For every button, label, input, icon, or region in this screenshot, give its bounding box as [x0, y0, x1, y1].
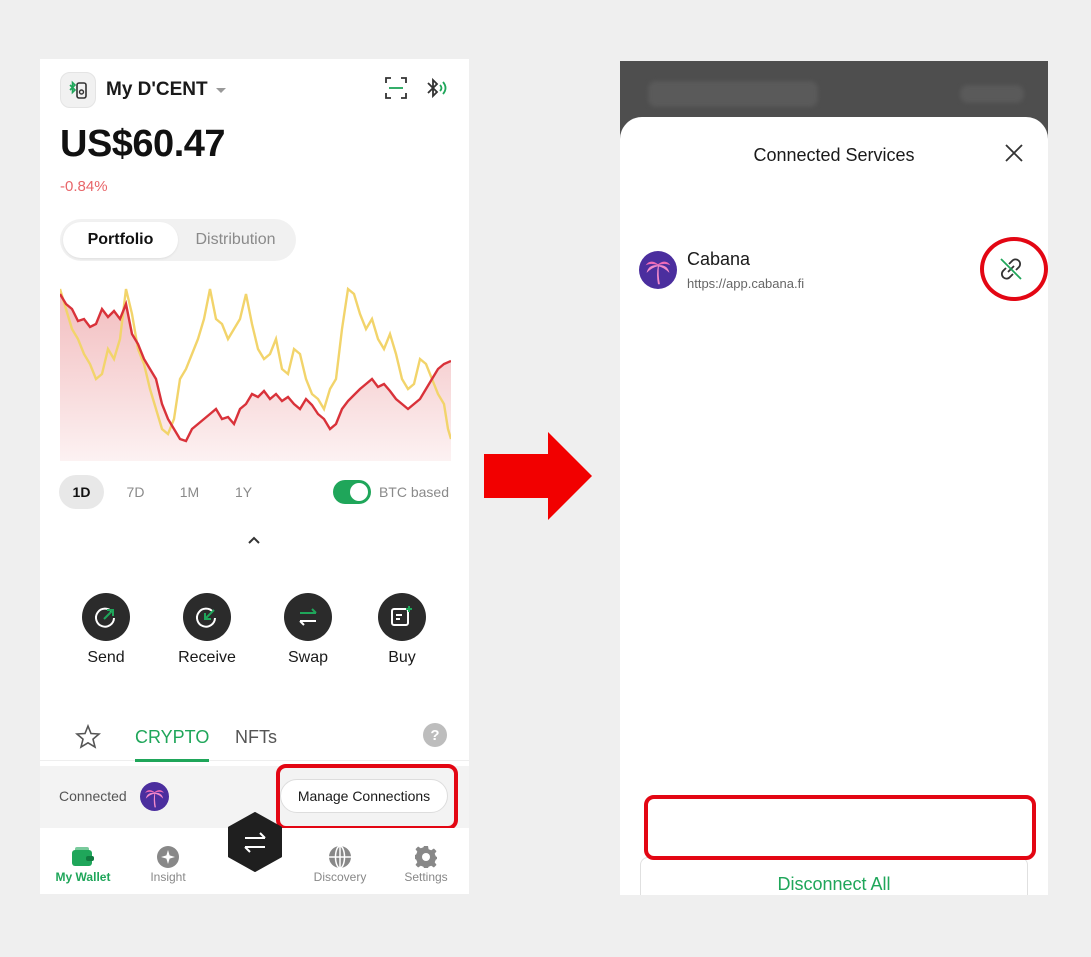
tab-crypto[interactable]: CRYPTO	[135, 727, 209, 748]
nav-discovery-label: Discovery	[313, 870, 367, 884]
connected-label: Connected	[59, 788, 127, 804]
nav-my-wallet-label: My Wallet	[55, 870, 111, 884]
portfolio-balance: US$60.47	[60, 123, 226, 165]
connected-services-screen: Connected Services Cabana https://app.ca…	[620, 61, 1048, 895]
send-icon	[95, 607, 115, 628]
globe-icon	[329, 845, 351, 869]
portfolio-chart	[60, 286, 451, 461]
nav-settings[interactable]: Settings	[391, 844, 461, 884]
quick-actions: Send Receive Swap Buy	[70, 593, 440, 673]
nav-insight-label: Insight	[150, 870, 186, 884]
service-url: https://app.cabana.fi	[687, 276, 805, 291]
insight-icon	[157, 846, 179, 868]
tab-crypto-indicator	[135, 759, 209, 762]
range-7d[interactable]: 7D	[113, 475, 158, 509]
disconnect-all-highlight	[644, 795, 1036, 860]
time-range-selector: 1D 7D 1M 1Y BTC based	[59, 475, 449, 509]
tab-nfts[interactable]: NFTs	[235, 727, 277, 748]
nav-my-wallet[interactable]: My Wallet	[48, 844, 118, 884]
range-1d[interactable]: 1D	[59, 475, 104, 509]
buy-label: Buy	[388, 649, 416, 666]
send-button[interactable]: Send	[71, 593, 141, 667]
gear-icon	[415, 846, 437, 868]
view-segmented-control: Portfolio Distribution	[60, 219, 296, 261]
asset-tabs: CRYPTO NFTs ?	[40, 719, 469, 762]
manage-connections-highlight	[276, 764, 458, 830]
receive-icon	[196, 607, 216, 628]
nav-settings-label: Settings	[404, 870, 448, 884]
swap-icon	[299, 608, 317, 626]
dcent-device-icon[interactable]	[60, 72, 96, 108]
btc-based-control: BTC based	[332, 480, 449, 504]
connected-services-sheet: Connected Services Cabana https://app.ca…	[620, 117, 1048, 895]
service-name: Cabana	[687, 249, 751, 269]
tab-portfolio[interactable]: Portfolio	[63, 222, 178, 258]
unlink-highlight	[980, 237, 1048, 301]
receive-button[interactable]: Receive	[172, 593, 242, 667]
btc-based-toggle[interactable]	[332, 480, 371, 504]
wallet-icon	[72, 847, 94, 866]
bluetooth-icon[interactable]	[425, 77, 449, 104]
close-icon[interactable]	[1004, 143, 1024, 168]
buy-button[interactable]: Buy	[367, 593, 437, 667]
buy-icon	[391, 606, 412, 626]
chevron-up-icon[interactable]	[246, 533, 262, 551]
send-label: Send	[87, 649, 125, 666]
swap-button[interactable]: Swap	[273, 593, 343, 667]
receive-label: Receive	[178, 649, 236, 666]
favorites-star-icon[interactable]	[74, 723, 102, 756]
wallet-name[interactable]: My D'CENT	[106, 79, 208, 101]
sheet-title: Connected Services	[753, 145, 915, 165]
dimmed-icons-blur	[960, 85, 1024, 103]
help-icon[interactable]: ?	[423, 723, 447, 747]
tab-distribution[interactable]: Distribution	[178, 222, 293, 258]
cabana-avatar	[140, 782, 169, 816]
disconnect-all-button[interactable]: Disconnect All	[640, 857, 1028, 895]
dimmed-header-blur	[648, 81, 818, 107]
swap-label: Swap	[287, 649, 329, 666]
chevron-down-icon[interactable]	[215, 87, 226, 93]
scan-icon[interactable]	[385, 76, 407, 104]
range-1y[interactable]: 1Y	[221, 475, 266, 509]
wallet-header: My D'CENT	[60, 72, 449, 108]
arrow-right-icon	[484, 432, 592, 520]
swap-fab-button[interactable]	[227, 812, 283, 872]
range-1m[interactable]: 1M	[167, 475, 212, 509]
nav-insight[interactable]: Insight	[133, 844, 203, 884]
btc-based-label: BTC based	[378, 484, 449, 500]
balance-change: -0.84%	[60, 178, 108, 195]
nav-discovery[interactable]: Discovery	[305, 844, 375, 884]
cabana-logo	[639, 251, 677, 294]
wallet-screen: My D'CENT US$60.47 -0.84% Portfolio Dist…	[40, 59, 469, 894]
service-item-cabana: Cabana https://app.cabana.fi	[639, 249, 1029, 293]
